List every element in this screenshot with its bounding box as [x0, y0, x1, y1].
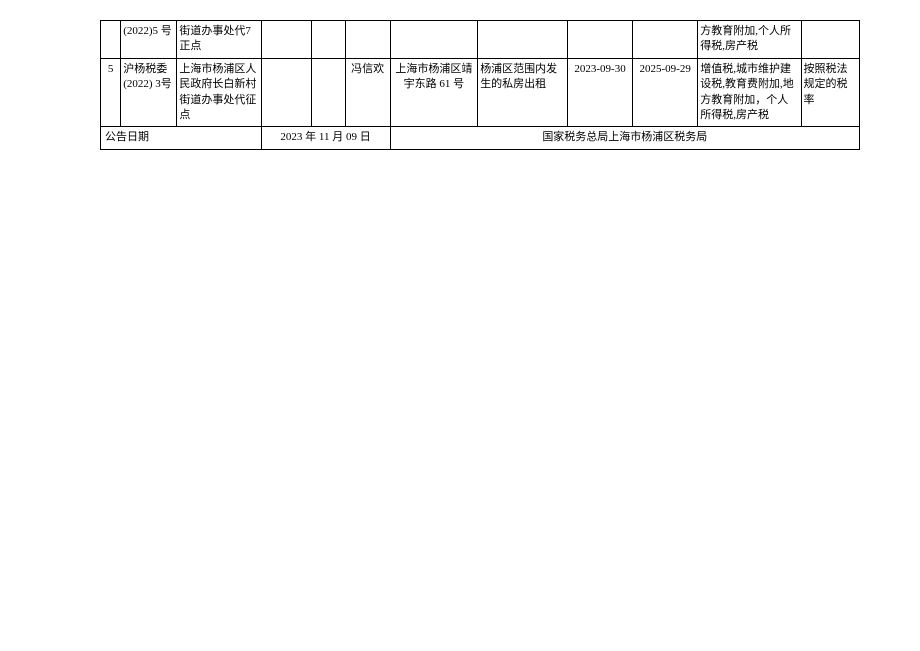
cell-date-end	[633, 21, 698, 59]
cell-empty	[261, 58, 312, 127]
cell-taxes: 增值税,城市维护建设税,教育费附加,地方教育附加，个人所得税,房产税	[698, 58, 801, 127]
cell-scope	[478, 21, 568, 59]
footer-date: 2023 年 11 月 09 日	[261, 127, 390, 149]
cell-empty	[261, 21, 312, 59]
cell-taxes: 方教育附加,个人所得税,房产税	[698, 21, 801, 59]
footer-org: 国家税务总局上海市杨浦区税务局	[390, 127, 859, 149]
document-table-container: (2022)5 号 街道办事处代7 正点 方教育附加,个人所得税,房产税 5 沪…	[100, 20, 860, 150]
cell-rate	[801, 21, 860, 59]
table-footer-row: 公告日期 2023 年 11 月 09 日 国家税务总局上海市杨浦区税务局	[101, 127, 860, 149]
cell-doc-no: (2022)5 号	[121, 21, 177, 59]
footer-label: 公告日期	[101, 127, 262, 149]
tax-table: (2022)5 号 街道办事处代7 正点 方教育附加,个人所得税,房产税 5 沪…	[100, 20, 860, 150]
cell-entity: 街道办事处代7 正点	[177, 21, 261, 59]
cell-entity: 上海市杨浦区人民政府长白新村街道办事处代征点	[177, 58, 261, 127]
cell-address	[390, 21, 478, 59]
cell-address: 上海市杨浦区靖宇东路 61 号	[390, 58, 478, 127]
cell-date-start: 2023-09-30	[568, 58, 633, 127]
cell-doc-no: 沪杨税委(2022) 3号	[121, 58, 177, 127]
cell-date-start	[568, 21, 633, 59]
table-row: 5 沪杨税委(2022) 3号 上海市杨浦区人民政府长白新村街道办事处代征点 冯…	[101, 58, 860, 127]
cell-seq: 5	[101, 58, 121, 127]
cell-empty	[312, 21, 346, 59]
cell-person: 冯信欢	[345, 58, 390, 127]
cell-person	[345, 21, 390, 59]
cell-scope: 杨浦区范围内发生的私房出租	[478, 58, 568, 127]
cell-empty	[312, 58, 346, 127]
cell-rate: 按照税法规定的税率	[801, 58, 860, 127]
cell-date-end: 2025-09-29	[633, 58, 698, 127]
cell-seq	[101, 21, 121, 59]
table-row: (2022)5 号 街道办事处代7 正点 方教育附加,个人所得税,房产税	[101, 21, 860, 59]
